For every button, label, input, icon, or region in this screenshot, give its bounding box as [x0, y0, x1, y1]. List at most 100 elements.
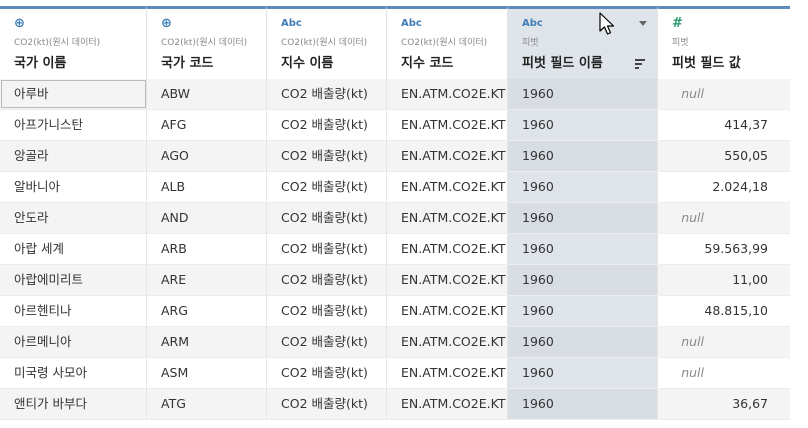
cell-pivot-field-name[interactable]: 1960: [508, 296, 658, 326]
cell-index-name[interactable]: CO2 배출량(kt): [267, 265, 387, 295]
table-row[interactable]: 아르메니아 ARM CO2 배출량(kt) EN.ATM.CO2E.KT 1960 nul…: [0, 327, 790, 358]
cell-country-name[interactable]: 미국령 사모아: [0, 358, 147, 388]
column-header-country-code[interactable]: ⊕ CO2(kt)(원시 데이터) 국가 코드: [147, 6, 267, 79]
data-grid: ⊕ CO2(kt)(원시 데이터) 국가 이름 ⊕ CO2(kt)(원시 데이터…: [0, 0, 808, 428]
cell-country-code[interactable]: AND: [147, 203, 267, 233]
cell-pivot-field-name[interactable]: 1960: [508, 172, 658, 202]
cell-pivot-field-value[interactable]: 11,00: [658, 265, 790, 295]
cell-index-name[interactable]: CO2 배출량(kt): [267, 172, 387, 202]
globe-icon[interactable]: ⊕: [161, 17, 266, 31]
cell-index-name[interactable]: CO2 배출량(kt): [267, 296, 387, 326]
mouse-cursor-icon: [599, 12, 615, 35]
table-body: 아루바 ABW CO2 배출량(kt) EN.ATM.CO2E.KT 1960 null 아…: [0, 79, 790, 420]
column-header-pivot-field-value[interactable]: # 피벗 피벗 필드 값: [658, 6, 790, 79]
cell-index-name[interactable]: CO2 배출량(kt): [267, 327, 387, 357]
string-type-icon[interactable]: Abc: [401, 17, 507, 31]
cell-index-code[interactable]: EN.ATM.CO2E.KT: [387, 265, 508, 295]
cell-pivot-field-name[interactable]: 1960: [508, 358, 658, 388]
cell-pivot-field-name[interactable]: 1960: [508, 389, 658, 419]
table-row[interactable]: 앙골라 AGO CO2 배출량(kt) EN.ATM.CO2E.KT 1960 550,0…: [0, 141, 790, 172]
cell-index-code[interactable]: EN.ATM.CO2E.KT: [387, 79, 508, 109]
cell-country-code[interactable]: ARM: [147, 327, 267, 357]
cell-country-name[interactable]: 앙골라: [0, 141, 147, 171]
cell-pivot-field-value[interactable]: null: [658, 358, 790, 388]
cell-index-name[interactable]: CO2 배출량(kt): [267, 234, 387, 264]
cell-country-code[interactable]: ARE: [147, 265, 267, 295]
cell-country-code[interactable]: AFG: [147, 110, 267, 140]
sort-icon[interactable]: [635, 59, 645, 69]
cell-country-code[interactable]: ARB: [147, 234, 267, 264]
string-type-icon[interactable]: Abc: [281, 17, 386, 31]
cell-index-code[interactable]: EN.ATM.CO2E.KT: [387, 389, 508, 419]
cell-index-name[interactable]: CO2 배출량(kt): [267, 110, 387, 140]
column-header-pivot-field-name[interactable]: Abc 피벗 피벗 필드 이름: [508, 6, 658, 79]
table-row[interactable]: 아루바 ABW CO2 배출량(kt) EN.ATM.CO2E.KT 1960 null: [0, 79, 790, 110]
cell-index-code[interactable]: EN.ATM.CO2E.KT: [387, 141, 508, 171]
cell-pivot-field-name[interactable]: 1960: [508, 234, 658, 264]
cell-pivot-field-value[interactable]: 550,05: [658, 141, 790, 171]
column-source: 피벗: [522, 38, 539, 48]
cell-index-name[interactable]: CO2 배출량(kt): [267, 141, 387, 171]
cell-country-name[interactable]: 알바니아: [0, 172, 147, 202]
table-row[interactable]: 아랍에미리트 ARE CO2 배출량(kt) EN.ATM.CO2E.KT 1960 11…: [0, 265, 790, 296]
cell-country-name[interactable]: 아랍 세계: [0, 234, 147, 264]
cell-country-code[interactable]: AGO: [147, 141, 267, 171]
cell-pivot-field-value[interactable]: null: [658, 79, 790, 109]
string-type-icon[interactable]: Abc: [522, 17, 657, 31]
cell-pivot-field-name[interactable]: 1960: [508, 79, 658, 109]
table-row[interactable]: 아랍 세계 ARB CO2 배출량(kt) EN.ATM.CO2E.KT 1960 59.…: [0, 234, 790, 265]
column-name: 국가 코드: [161, 56, 214, 71]
column-source: 피벗: [672, 38, 689, 48]
cell-pivot-field-value[interactable]: 2.024,18: [658, 172, 790, 202]
table-row[interactable]: 아프가니스탄 AFG CO2 배출량(kt) EN.ATM.CO2E.KT 1960 41…: [0, 110, 790, 141]
table-row[interactable]: 미국령 사모아 ASM CO2 배출량(kt) EN.ATM.CO2E.KT 1960 n…: [0, 358, 790, 389]
cell-index-name[interactable]: CO2 배출량(kt): [267, 79, 387, 109]
cell-pivot-field-value[interactable]: 59.563,99: [658, 234, 790, 264]
column-name: 지수 이름: [281, 56, 334, 71]
cell-index-code[interactable]: EN.ATM.CO2E.KT: [387, 110, 508, 140]
dropdown-arrow-icon[interactable]: [639, 21, 647, 26]
cell-pivot-field-name[interactable]: 1960: [508, 265, 658, 295]
cell-country-name[interactable]: 아랍에미리트: [0, 265, 147, 295]
table-row[interactable]: 앤티가 바부다 ATG CO2 배출량(kt) EN.ATM.CO2E.KT 1960 3…: [0, 389, 790, 420]
cell-pivot-field-name[interactable]: 1960: [508, 203, 658, 233]
cell-index-code[interactable]: EN.ATM.CO2E.KT: [387, 358, 508, 388]
cell-pivot-field-name[interactable]: 1960: [508, 327, 658, 357]
cell-index-name[interactable]: CO2 배출량(kt): [267, 389, 387, 419]
column-name: 국가 이름: [14, 56, 67, 71]
grid-right-edge: [790, 0, 808, 428]
cell-pivot-field-name[interactable]: 1960: [508, 141, 658, 171]
cell-pivot-field-value[interactable]: 414,37: [658, 110, 790, 140]
column-header-index-name[interactable]: Abc CO2(kt)(원시 데이터) 지수 이름: [267, 6, 387, 79]
cell-country-name[interactable]: 아르메니아: [0, 327, 147, 357]
cell-country-code[interactable]: ABW: [147, 79, 267, 109]
cell-index-name[interactable]: CO2 배출량(kt): [267, 203, 387, 233]
cell-pivot-field-value[interactable]: null: [658, 327, 790, 357]
column-header-country-name[interactable]: ⊕ CO2(kt)(원시 데이터) 국가 이름: [0, 6, 147, 79]
cell-index-code[interactable]: EN.ATM.CO2E.KT: [387, 296, 508, 326]
cell-country-name[interactable]: 안도라: [0, 203, 147, 233]
cell-pivot-field-value[interactable]: 36,67: [658, 389, 790, 419]
cell-index-name[interactable]: CO2 배출량(kt): [267, 358, 387, 388]
cell-country-name[interactable]: 아루바: [0, 79, 147, 109]
globe-icon[interactable]: ⊕: [14, 17, 146, 31]
cell-country-name[interactable]: 아르헨티나: [0, 296, 147, 326]
cell-index-code[interactable]: EN.ATM.CO2E.KT: [387, 327, 508, 357]
cell-index-code[interactable]: EN.ATM.CO2E.KT: [387, 172, 508, 202]
cell-country-code[interactable]: ALB: [147, 172, 267, 202]
cell-country-code[interactable]: ASM: [147, 358, 267, 388]
cell-pivot-field-value[interactable]: 48.815,10: [658, 296, 790, 326]
column-header-index-code[interactable]: Abc CO2(kt)(원시 데이터) 지수 코드: [387, 6, 508, 79]
cell-country-code[interactable]: ATG: [147, 389, 267, 419]
cell-pivot-field-name[interactable]: 1960: [508, 110, 658, 140]
cell-index-code[interactable]: EN.ATM.CO2E.KT: [387, 234, 508, 264]
table-row[interactable]: 알바니아 ALB CO2 배출량(kt) EN.ATM.CO2E.KT 1960 2.02…: [0, 172, 790, 203]
cell-pivot-field-value[interactable]: null: [658, 203, 790, 233]
cell-index-code[interactable]: EN.ATM.CO2E.KT: [387, 203, 508, 233]
cell-country-name[interactable]: 아프가니스탄: [0, 110, 147, 140]
cell-country-name[interactable]: 앤티가 바부다: [0, 389, 147, 419]
table-row[interactable]: 아르헨티나 ARG CO2 배출량(kt) EN.ATM.CO2E.KT 1960 48.…: [0, 296, 790, 327]
table-row[interactable]: 안도라 AND CO2 배출량(kt) EN.ATM.CO2E.KT 1960 null: [0, 203, 790, 234]
number-type-icon[interactable]: #: [672, 17, 790, 31]
cell-country-code[interactable]: ARG: [147, 296, 267, 326]
